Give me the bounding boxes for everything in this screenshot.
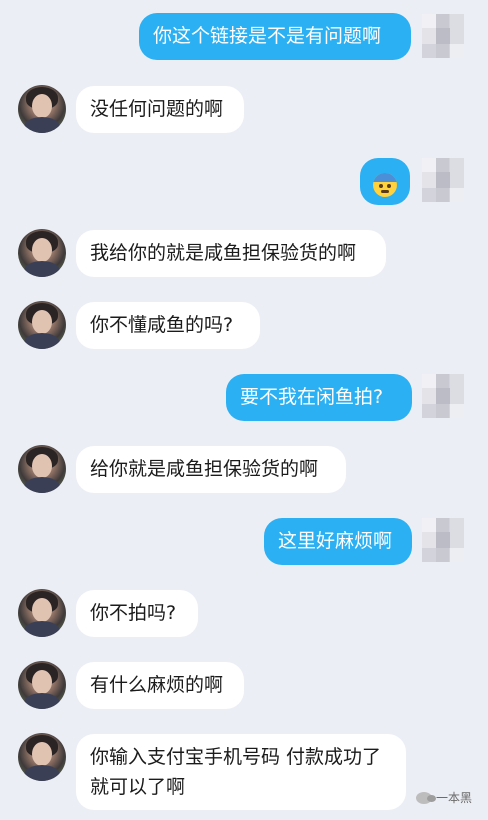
avatar-contact[interactable]: [18, 301, 66, 349]
avatar-contact[interactable]: [18, 85, 66, 133]
avatar-self[interactable]: [422, 14, 464, 58]
message-bubble-received[interactable]: 有什么麻烦的啊: [76, 662, 244, 709]
watermark-text: 一本黑: [435, 791, 472, 805]
message-bubble-sent[interactable]: 这里好麻烦啊: [264, 518, 412, 565]
message-bubble-sent[interactable]: 要不我在闲鱼拍?: [226, 374, 412, 421]
avatar-self[interactable]: [422, 158, 464, 202]
message-bubble-received[interactable]: 你不拍吗?: [76, 590, 198, 637]
avatar-contact[interactable]: [18, 589, 66, 637]
avatar-self[interactable]: [422, 374, 464, 418]
anxious-face-with-sweat-icon: [373, 172, 397, 197]
avatar-self[interactable]: [422, 518, 464, 562]
message-bubble-received[interactable]: 你不懂咸鱼的吗?: [76, 302, 260, 349]
message-bubble-received[interactable]: 给你就是咸鱼担保验货的啊: [76, 446, 346, 493]
message-bubble-received[interactable]: 没任何问题的啊: [76, 86, 244, 133]
message-bubble-sent[interactable]: 你这个链接是不是有问题啊: [139, 13, 411, 60]
avatar-contact[interactable]: [18, 661, 66, 709]
watermark: 一本黑: [415, 789, 472, 806]
message-bubble-received[interactable]: 我给你的就是咸鱼担保验货的啊: [76, 230, 386, 277]
wechat-icon: [415, 791, 436, 804]
avatar-contact[interactable]: [18, 229, 66, 277]
message-bubble-received[interactable]: 你输入支付宝手机号码 付款成功了就可以了啊: [76, 734, 406, 810]
chat-window: 你这个链接是不是有问题啊 没任何问题的啊 我给你的就是咸鱼担保验货的啊 你不懂咸…: [0, 0, 488, 820]
avatar-contact[interactable]: [18, 445, 66, 493]
message-bubble-sent[interactable]: [360, 158, 410, 205]
avatar-contact[interactable]: [18, 733, 66, 781]
